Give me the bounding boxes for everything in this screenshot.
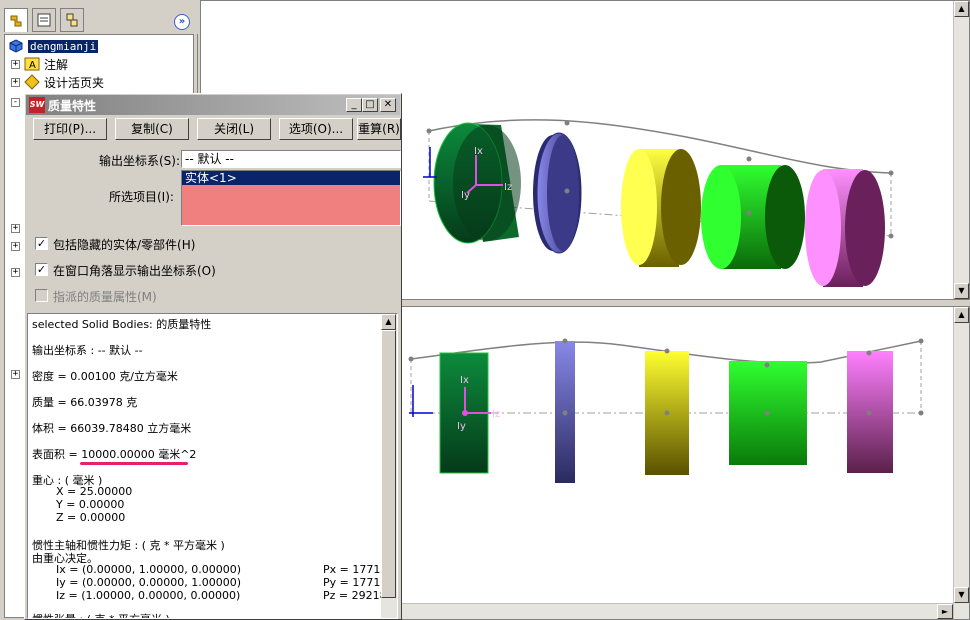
results-scroll-thumb[interactable]: [381, 330, 396, 598]
assigned-mass-checkbox: [35, 289, 48, 302]
cylinder-green2-face-front: [701, 165, 741, 269]
axis-label-ix: Ix: [460, 375, 469, 386]
results-cog-z: Z = 0.00000: [56, 511, 126, 524]
assigned-mass-label: 指派的质量属性(M): [53, 290, 157, 304]
tree-item-design-binder[interactable]: + 设计活页夹: [11, 73, 104, 91]
cylinder-yellow-face-front: [621, 149, 657, 265]
results-coord-line: 输出坐标系 : -- 默认 --: [32, 344, 143, 357]
expand-plus-icon[interactable]: +: [11, 223, 20, 233]
selected-item[interactable]: 实体<1>: [182, 171, 400, 185]
solidworks-logo-icon: SW: [29, 97, 45, 113]
selected-items-list[interactable]: 实体<1>: [181, 170, 401, 226]
scroll-up-arrow-icon[interactable]: ▲: [954, 307, 969, 323]
dialog-title: 质量特性: [48, 98, 97, 113]
tree-expander[interactable]: +: [11, 263, 24, 281]
include-hidden-label[interactable]: 包括隐藏的实体/零部件(H): [53, 236, 195, 253]
design-binder-icon: [24, 74, 40, 90]
tree-item-label: 注解: [44, 57, 69, 72]
cylinder-magenta-face-back: [845, 170, 885, 286]
feature-manager-tabs: »: [0, 0, 198, 34]
maximize-icon[interactable]: □: [362, 98, 378, 112]
show-coord-label[interactable]: 在窗口角落显示输出坐标系(O): [53, 262, 216, 279]
print-button[interactable]: 打印(P)...: [33, 118, 107, 140]
cylinder-yellow-face-back: [661, 149, 701, 265]
results-iz: Iz = (1.00000, 0.00000, 0.00000): [56, 589, 241, 602]
copy-button[interactable]: 复制(C): [115, 118, 189, 140]
tree-expander[interactable]: +: [11, 365, 24, 383]
output-coord-label: 输出坐标系(S):: [99, 154, 181, 168]
dialog-titlebar[interactable]: SW 质量特性 _ □ ✕: [26, 95, 400, 115]
axis-label-iy: Iy: [461, 190, 470, 201]
tree-item-label: 设计活页夹: [44, 75, 105, 90]
output-coord-select[interactable]: -- 默认 --: [181, 150, 401, 168]
expand-plus-icon[interactable]: +: [11, 59, 20, 69]
part-icon: [9, 39, 23, 53]
results-pz: Pz = 29218: [323, 589, 387, 602]
scroll-down-arrow-icon[interactable]: ▼: [954, 283, 969, 299]
scroll-down-arrow-icon[interactable]: ▼: [954, 587, 969, 603]
principal-axis-iy-dot: [462, 410, 468, 416]
expand-plus-icon[interactable]: -: [11, 97, 20, 107]
include-hidden-checkbox[interactable]: ✓: [35, 237, 48, 250]
axis-label-iy: Iy: [457, 421, 466, 432]
recalculate-button[interactable]: 重算(R): [357, 118, 401, 140]
close-button[interactable]: 关闭(L): [197, 118, 271, 140]
configuration-manager-icon: [66, 13, 78, 27]
results-mass: 质量 = 66.03978 克: [32, 396, 138, 409]
expand-plus-icon[interactable]: +: [11, 369, 20, 379]
results-py: Py = 17715: [323, 576, 388, 589]
mass-properties-dialog: SW 质量特性 _ □ ✕ 打印(P)... 复制(C) 关闭(L) 选项(O)…: [24, 93, 402, 620]
options-button[interactable]: 选项(O)...: [279, 118, 353, 140]
results-volume: 体积 = 66039.78480 立方毫米: [32, 422, 192, 435]
top-vertical-scrollbar[interactable]: ▲ ▼: [953, 1, 969, 299]
annotation-icon: A: [24, 57, 40, 71]
bottom-vertical-scrollbar[interactable]: ▲ ▼: [953, 307, 969, 619]
results-cog-x: X = 25.00000: [56, 485, 133, 498]
tree-root[interactable]: dengmianji: [8, 37, 99, 55]
results-px: Px = 17715: [323, 563, 388, 576]
expand-plus-icon[interactable]: +: [11, 241, 20, 251]
minimize-icon[interactable]: _: [346, 98, 362, 112]
surface-area-prefix: 表面积 =: [32, 448, 82, 461]
results-density: 密度 = 0.00100 克/立方毫米: [32, 370, 178, 383]
mass-properties-results[interactable]: selected Solid Bodies: 的质量特性 输出坐标系 : -- …: [27, 313, 398, 619]
scroll-right-arrow-icon[interactable]: ►: [937, 604, 953, 619]
highlight-underline: [80, 462, 188, 465]
expand-panel-icon[interactable]: »: [174, 14, 190, 30]
scroll-up-arrow-icon[interactable]: ▲: [381, 314, 396, 330]
scroll-up-arrow-icon[interactable]: ▲: [954, 1, 969, 17]
expand-plus-icon[interactable]: +: [11, 77, 20, 87]
cylinder-green2-face-back: [765, 165, 805, 269]
tree-item-annotations[interactable]: + A 注解: [11, 55, 68, 73]
root-part-name: dengmianji: [28, 39, 99, 53]
feature-tree-tab[interactable]: [4, 8, 28, 32]
surface-area-value: 10000.00000 毫米^2: [81, 448, 197, 461]
tree-expander[interactable]: -: [11, 93, 24, 111]
results-ix: Ix = (0.00000, 1.00000, 0.00000): [56, 563, 241, 576]
tree-expander[interactable]: +: [11, 219, 24, 237]
feature-tree-icon: [10, 15, 22, 26]
disc-blue-face: [547, 135, 579, 251]
property-manager-tab[interactable]: [32, 8, 56, 32]
expand-plus-icon[interactable]: +: [11, 267, 20, 277]
show-coord-checkbox[interactable]: ✓: [35, 263, 48, 276]
close-icon[interactable]: ✕: [380, 98, 396, 112]
results-cog-y: Y = 0.00000: [56, 498, 125, 511]
results-tensor-title: 惯性张量 : ( 克 * 平方毫米 ): [32, 611, 170, 618]
axis-label-iz: Iz: [492, 409, 500, 420]
cylinder-magenta-face-front: [805, 170, 841, 286]
results-scrollbar[interactable]: ▲: [381, 314, 397, 618]
tree-expander[interactable]: +: [11, 237, 24, 255]
configuration-manager-tab[interactable]: [60, 8, 84, 32]
results-surface-area: 表面积 = 10000.00000 毫米^2: [32, 446, 196, 462]
svg-text:A: A: [29, 60, 36, 71]
axis-label-iz: Iz: [504, 182, 512, 193]
property-manager-icon: [37, 13, 51, 27]
axis-label-ix: Ix: [474, 146, 483, 157]
results-iy: Iy = (0.00000, 0.00000, 1.00000): [56, 576, 241, 589]
results-header: selected Solid Bodies: 的质量特性: [32, 318, 212, 331]
selected-items-label: 所选项目(I):: [109, 190, 174, 204]
